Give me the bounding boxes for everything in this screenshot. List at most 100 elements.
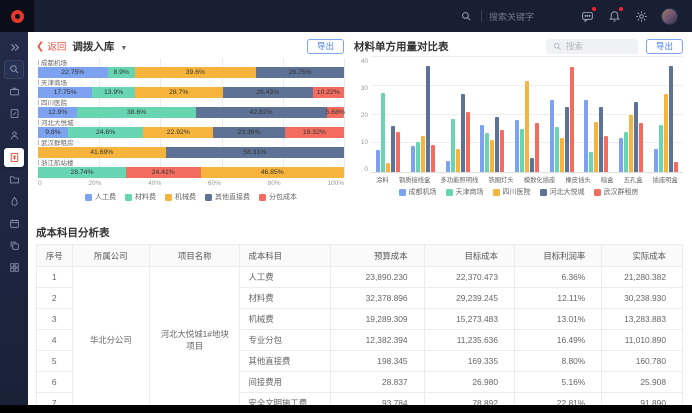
column-header: 目标成本 — [424, 245, 514, 267]
back-link[interactable]: ❮ 返回 — [36, 39, 66, 53]
sidebar-item-droplet-icon[interactable] — [4, 192, 24, 211]
x-axis-tick: 五孔盒 — [624, 175, 643, 183]
legend-swatch — [446, 189, 453, 196]
gear-icon[interactable] — [634, 9, 648, 23]
cell-budget: 23,890.230 — [330, 267, 424, 288]
bar-segment: 38.6% — [77, 107, 195, 118]
sidebar-item-user-icon[interactable] — [4, 126, 24, 145]
x-axis-tick: 80% — [268, 180, 281, 188]
legend-item[interactable]: 河北大悦城 — [540, 187, 585, 197]
cell-actual: 30,238.930 — [602, 288, 683, 309]
bar-row: 浙江航站楼28.74%24.41%46.85% — [38, 158, 344, 178]
cell-actual: 160.780 — [602, 351, 683, 372]
x-axis: 020%40%60%80%100% — [38, 180, 344, 188]
back-label: 返回 — [47, 39, 66, 53]
sidebar-item-calendar-icon[interactable] — [4, 214, 24, 233]
bar-segment: 39.6% — [135, 67, 256, 78]
legend-item[interactable]: 天津商场 — [446, 187, 484, 197]
bar-segment: 22.92% — [143, 127, 213, 138]
cell-budget: 19,289.309 — [330, 309, 424, 330]
panel-title: 材料单方用量对比表 — [354, 39, 449, 54]
bar — [480, 125, 484, 172]
bar — [634, 102, 638, 172]
sidebar-item-cost-document-icon[interactable] — [4, 148, 24, 167]
bar-row: 河北大悦城9.8%24.6%22.92%23.36%19.32% — [38, 118, 344, 138]
export-button[interactable]: 导出 — [646, 39, 683, 54]
bar — [416, 142, 420, 172]
bar-group — [446, 94, 470, 172]
x-axis-tick: 100% — [327, 180, 344, 188]
legend-item[interactable]: 武汉群租房 — [594, 187, 639, 197]
sidebar-item-search-icon[interactable] — [4, 60, 24, 79]
cell-target: 26.980 — [424, 372, 514, 393]
x-axis-tick: 多功能照明线 — [441, 175, 479, 183]
cell-margin: 5.16% — [515, 372, 602, 393]
user-avatar[interactable] — [661, 8, 678, 25]
bar — [466, 112, 470, 172]
bar — [669, 66, 673, 172]
bar — [589, 152, 593, 172]
sidebar-item-folder-icon[interactable] — [4, 170, 24, 189]
bar — [451, 119, 455, 172]
sidebar-item-grid-icon[interactable] — [4, 258, 24, 277]
messages-icon[interactable] — [580, 9, 594, 23]
bar-segment: 42.82% — [196, 107, 327, 118]
panel-title: 调拨入库 — [72, 41, 114, 53]
legend-item[interactable]: 人工费 — [85, 192, 116, 202]
sidebar-item-copy-icon[interactable] — [4, 236, 24, 255]
legend-item[interactable]: 四川医院 — [493, 187, 531, 197]
chart-legend: 成都机场天津商场四川医院河北大悦城武汉群租房 — [354, 187, 683, 197]
bar — [584, 100, 588, 172]
bar — [411, 146, 415, 172]
legend-item[interactable]: 成都机场 — [399, 187, 437, 197]
bar-segment: 22.75% — [38, 67, 108, 78]
legend-item[interactable]: 机械费 — [165, 192, 196, 202]
legend-item[interactable]: 材料费 — [125, 192, 156, 202]
transfer-inbound-panel: ❮ 返回 调拨入库 ▼ 导出 成都机场22.75%8.9%39.6%28.75%… — [36, 37, 344, 221]
bar-segment: 28.7% — [135, 87, 223, 98]
bar-group — [480, 117, 504, 172]
bar — [624, 132, 628, 172]
bar — [386, 163, 390, 172]
bar-segment: 8.9% — [108, 67, 135, 78]
category-label: 天津商场 — [38, 78, 344, 87]
sidebar-item-clipboard-edit-icon[interactable] — [4, 104, 24, 123]
bar-segment: 10.22% — [313, 87, 344, 98]
bell-icon[interactable] — [607, 9, 621, 23]
cell-subject: 其他直接费 — [240, 351, 330, 372]
material-usage-panel: 材料单方用量对比表 搜索 导出 403020100 涂料钢质接线盒多功能照明线铁… — [354, 37, 683, 221]
column-header: 实际成本 — [602, 245, 683, 267]
bar — [381, 93, 385, 172]
legend-swatch — [85, 194, 92, 201]
app-logo[interactable] — [0, 0, 34, 32]
cell-target: 15,273.483 — [424, 309, 514, 330]
bar-segment: 12.9% — [38, 107, 77, 118]
bar-group — [376, 93, 400, 172]
cost-analysis-section: 成本科目分析表 序号所属公司项目名称成本科目预算成本目标成本目标利润率实际成本 … — [36, 225, 683, 413]
bar-segment: 46.85% — [201, 167, 344, 178]
export-button[interactable]: 导出 — [307, 39, 344, 54]
cell-actual: 11,010.890 — [602, 330, 683, 351]
cell-actual: 13,283.883 — [602, 309, 683, 330]
topbar-icons — [580, 8, 678, 25]
table-title: 成本科目分析表 — [36, 225, 683, 240]
cell-company: 华北分公司 — [72, 267, 150, 413]
legend-item[interactable]: 分包成本 — [259, 192, 297, 202]
panel-title-dropdown[interactable]: 调拨入库 ▼ — [72, 39, 127, 54]
legend-item[interactable]: 其他直接费 — [205, 192, 250, 202]
panel-search-input[interactable]: 搜索 — [546, 39, 638, 54]
topbar: 搜索关键字 — [0, 0, 692, 32]
bar-row: 武汉群租房41.69%58.31% — [38, 138, 344, 158]
global-search[interactable]: 搜索关键字 — [460, 9, 534, 23]
cell-subject: 间接费用 — [240, 372, 330, 393]
bar — [515, 120, 519, 172]
sidebar-item-briefcase-icon[interactable] — [4, 82, 24, 101]
y-axis-tick: 20 — [361, 112, 368, 119]
sidebar-item-expand-icon[interactable] — [4, 38, 24, 57]
bar — [391, 126, 395, 172]
bar — [550, 100, 554, 172]
chart-legend: 人工费材料费机械费其他直接费分包成本 — [38, 192, 344, 202]
table-row: 1华北分公司河北大悦城1#地块项目人工费23,890.23022,370.473… — [37, 267, 683, 288]
cell-budget: 12,382.394 — [330, 330, 424, 351]
global-search-placeholder: 搜索关键字 — [489, 10, 534, 23]
